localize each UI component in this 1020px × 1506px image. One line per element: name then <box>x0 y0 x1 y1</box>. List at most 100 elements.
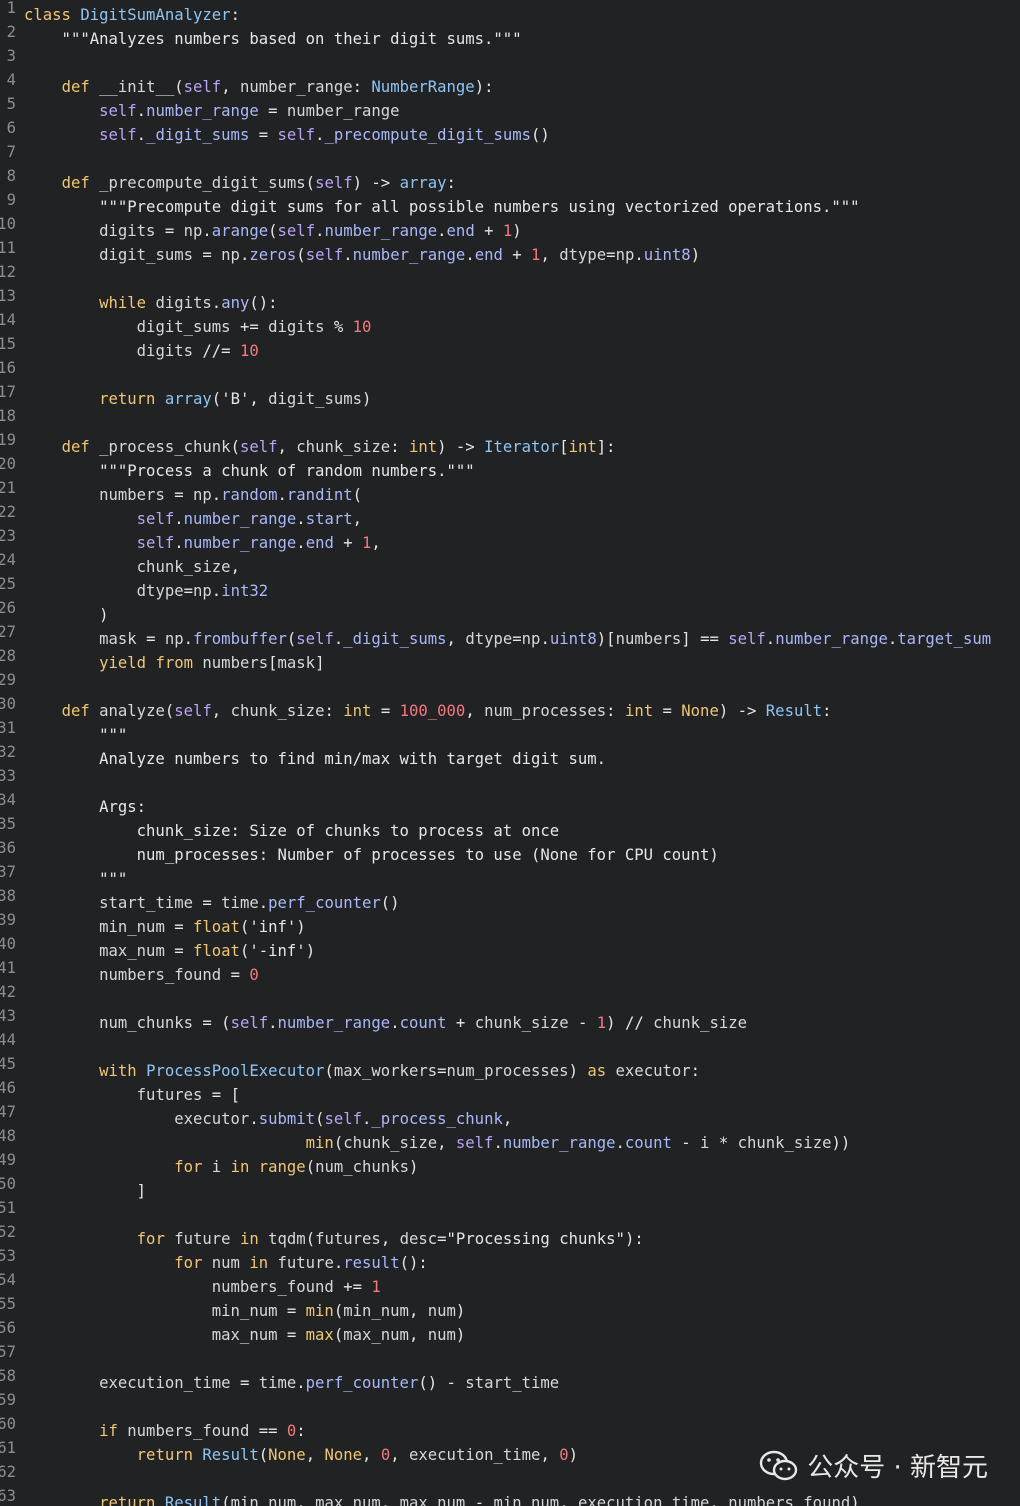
line-number: 61 <box>0 1439 16 1457</box>
line-number: 2 <box>6 23 16 41</box>
code-line: 55 min_num = min(min_num, num) <box>0 1292 1020 1320</box>
code-line: 63 return Result(min_num, max_num, max_n… <box>0 1484 1020 1506</box>
line-number: 16 <box>0 359 16 377</box>
line-number: 62 <box>0 1463 16 1481</box>
line-text: return Result(min_num, max_num, max_num … <box>99 1494 860 1506</box>
line-number: 5 <box>6 95 16 113</box>
line-number: 42 <box>0 983 16 1001</box>
line-number: 10 <box>0 215 16 233</box>
code-line: 44 <box>0 1028 1020 1052</box>
code-line: 59 <box>0 1388 1020 1412</box>
line-number: 31 <box>0 719 16 737</box>
code-line: 60 if numbers_found == 0: <box>0 1412 1020 1440</box>
line-number: 32 <box>0 743 16 761</box>
code-line: 26 ) <box>0 596 1020 624</box>
code-line: 2 """Analyzes numbers based on their dig… <box>0 20 1020 48</box>
code-line: 41 numbers_found = 0 <box>0 956 1020 984</box>
line-number: 19 <box>0 431 16 449</box>
line-number: 9 <box>6 191 16 209</box>
line-number: 46 <box>0 1079 16 1097</box>
code-line: 29 <box>0 668 1020 692</box>
code-line: 32 Analyze numbers to find min/max with … <box>0 740 1020 768</box>
code-line: 14 digit_sums += digits % 10 <box>0 308 1020 336</box>
code-line: 7 <box>0 140 1020 164</box>
code-line: 43 num_chunks = (self.number_range.count… <box>0 1004 1020 1032</box>
code-line: 25 dtype=np.int32 <box>0 572 1020 600</box>
code-line: 47 executor.submit(self._process_chunk, <box>0 1100 1020 1128</box>
code-line: 35 chunk_size: Size of chunks to process… <box>0 812 1020 840</box>
line-number: 25 <box>0 575 16 593</box>
code-line: 19 def _process_chunk(self, chunk_size: … <box>0 428 1020 456</box>
code-line: 10 digits = np.arange(self.number_range.… <box>0 212 1020 240</box>
code-line: 6 self._digit_sums = self._precompute_di… <box>0 116 1020 144</box>
code-line: 5 self.number_range = number_range <box>0 92 1020 120</box>
code-line: 57 <box>0 1340 1020 1364</box>
watermark-text: 公众号 · 新智元 <box>807 1453 988 1483</box>
line-number: 39 <box>0 911 16 929</box>
code-line: 40 max_num = float('-inf') <box>0 932 1020 960</box>
line-number: 51 <box>0 1199 16 1217</box>
line-number: 14 <box>0 311 16 329</box>
line-number: 3 <box>6 47 16 65</box>
line-number: 7 <box>6 143 16 161</box>
line-number: 41 <box>0 959 16 977</box>
line-number: 48 <box>0 1127 16 1145</box>
code-line: 45 with ProcessPoolExecutor(max_workers=… <box>0 1052 1020 1080</box>
code-editor[interactable]: 1 class DigitSumAnalyzer: 2 """Analyzes nu… <box>0 0 1020 1506</box>
code-line: 3 <box>0 44 1020 68</box>
code-line: 17 return array('B', digit_sums) <box>0 380 1020 408</box>
line-number: 15 <box>0 335 16 353</box>
line-number: 26 <box>0 599 16 617</box>
code-line: 4 def __init__(self, number_range: Numbe… <box>0 68 1020 96</box>
code-line: 13 while digits.any(): <box>0 284 1020 312</box>
line-number: 36 <box>0 839 16 857</box>
line-number: 58 <box>0 1367 16 1385</box>
line-number: 53 <box>0 1247 16 1265</box>
code-line: 21 numbers = np.random.randint( <box>0 476 1020 504</box>
code-line: 38 start_time = time.perf_counter() <box>0 884 1020 912</box>
code-line: 51 <box>0 1196 1020 1220</box>
code-line: 48 min(chunk_size, self.number_range.cou… <box>0 1124 1020 1152</box>
line-number: 33 <box>0 767 16 785</box>
wechat-icon <box>759 1450 799 1482</box>
code-line: 39 min_num = float('inf') <box>0 908 1020 936</box>
line-number: 34 <box>0 791 16 809</box>
code-line: 49 for i in range(num_chunks) <box>0 1148 1020 1176</box>
line-number: 12 <box>0 263 16 281</box>
code-line: 18 <box>0 404 1020 428</box>
line-number: 29 <box>0 671 16 689</box>
line-number: 57 <box>0 1343 16 1361</box>
line-number: 56 <box>0 1319 16 1337</box>
line-number: 37 <box>0 863 16 881</box>
line-number: 35 <box>0 815 16 833</box>
code-line: 50 ] <box>0 1172 1020 1200</box>
code-line: 28 yield from numbers[mask] <box>0 644 1020 672</box>
line-number: 60 <box>0 1415 16 1433</box>
line-number: 55 <box>0 1295 16 1313</box>
code-line: 42 <box>0 980 1020 1004</box>
code-line: 34 Args: <box>0 788 1020 816</box>
line-number: 40 <box>0 935 16 953</box>
line-number: 47 <box>0 1103 16 1121</box>
line-number: 13 <box>0 287 16 305</box>
code-line: 53 for num in future.result(): <box>0 1244 1020 1272</box>
code-line: 24 chunk_size, <box>0 548 1020 576</box>
code-line: 54 numbers_found += 1 <box>0 1268 1020 1296</box>
line-number: 45 <box>0 1055 16 1073</box>
line-number: 23 <box>0 527 16 545</box>
line-number: 20 <box>0 455 16 473</box>
line-number: 18 <box>0 407 16 425</box>
code-line: 16 <box>0 356 1020 380</box>
line-number: 50 <box>0 1175 16 1193</box>
line-number: 49 <box>0 1151 16 1169</box>
code-line: 30 def analyze(self, chunk_size: int = 1… <box>0 692 1020 720</box>
line-number: 54 <box>0 1271 16 1289</box>
line-number: 21 <box>0 479 16 497</box>
code-line: 23 self.number_range.end + 1, <box>0 524 1020 552</box>
line-number: 4 <box>6 71 16 89</box>
line-number: 63 <box>0 1487 16 1505</box>
line-number: 30 <box>0 695 16 713</box>
code-line: 15 digits //= 10 <box>0 332 1020 360</box>
watermark: 公众号 · 新智元 <box>759 1447 988 1484</box>
code-line: 46 futures = [ <box>0 1076 1020 1104</box>
